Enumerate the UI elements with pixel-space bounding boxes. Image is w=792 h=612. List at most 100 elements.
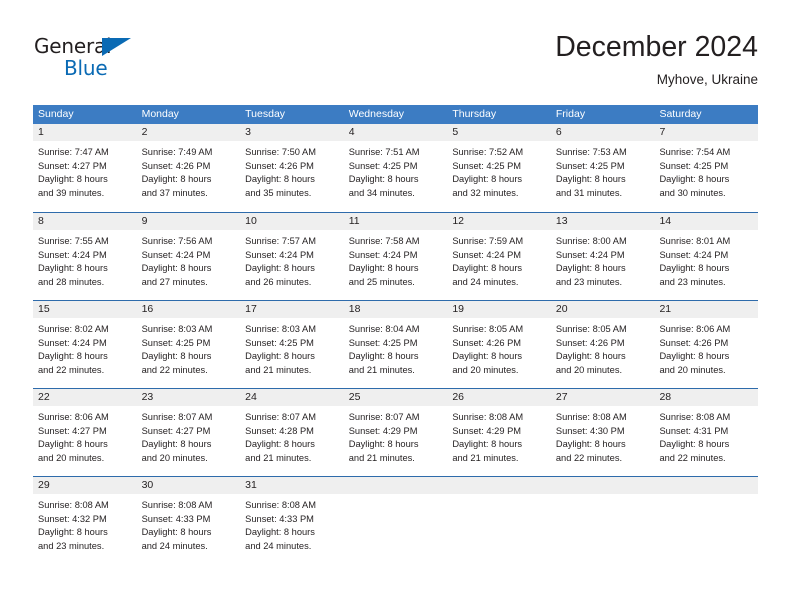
sunrise-text: Sunrise: 7:56 AM bbox=[141, 236, 213, 246]
day-number-band: 17 bbox=[240, 301, 344, 318]
calendar-day-cell[interactable]: 28 Sunrise: 8:08 AM Sunset: 4:31 PM Dayligh… bbox=[654, 389, 759, 476]
calendar-day-cell[interactable]: 5 Sunrise: 7:52 AM Sunset: 4:25 PM Daylight… bbox=[447, 124, 551, 212]
calendar-week-row: 22 Sunrise: 8:06 AM Sunset: 4:27 PM Dayligh… bbox=[33, 388, 759, 476]
sunrise-text: Sunrise: 8:08 AM bbox=[245, 500, 316, 510]
sunrise-text: Sunrise: 8:01 AM bbox=[659, 236, 731, 246]
calendar-day-cell[interactable]: 14 Sunrise: 8:01 AM Sunset: 4:24 PM Dayligh… bbox=[654, 213, 759, 300]
sunset-text: Sunset: 4:26 PM bbox=[452, 337, 522, 348]
calendar-day-cell[interactable]: 11 Sunrise: 7:58 AM Sunset: 4:24 PM Dayligh… bbox=[343, 213, 448, 300]
daylight-text-line1: Daylight: 8 hours bbox=[659, 174, 730, 185]
day-number: 26 bbox=[452, 391, 464, 403]
calendar-day-cell[interactable]: 6 Sunrise: 7:53 AM Sunset: 4:25 PM Daylight… bbox=[550, 124, 655, 212]
calendar-day-cell[interactable]: 31 Sunrise: 8:08 AM Sunset: 4:33 PM Dayligh… bbox=[240, 477, 344, 564]
calendar-day-cell[interactable]: 8 Sunrise: 7:55 AM Sunset: 4:24 PM Daylight… bbox=[33, 213, 137, 300]
daylight-text-line1: Daylight: 8 hours bbox=[348, 174, 419, 185]
day-number-band: 27 bbox=[550, 389, 655, 406]
sunrise-text: Sunrise: 7:53 AM bbox=[555, 147, 627, 157]
calendar-day-cell[interactable]: 21 Sunrise: 8:06 AM Sunset: 4:26 PM Dayligh… bbox=[654, 301, 759, 388]
daylight-text-line1: Daylight: 8 hours bbox=[38, 527, 108, 538]
sunset-text: Sunset: 4:26 PM bbox=[141, 160, 211, 171]
day-number: 29 bbox=[38, 479, 50, 491]
sunset-text: Sunset: 4:28 PM bbox=[245, 425, 314, 436]
daylight-text-line1: Daylight: 8 hours bbox=[141, 439, 212, 450]
day-number-band: 2 bbox=[136, 124, 241, 141]
day-detail-body: Sunrise: 8:06 AM Sunset: 4:27 PM Daylight:… bbox=[33, 406, 137, 476]
day-number-band: 4 bbox=[343, 124, 448, 141]
day-detail-body: Sunrise: 8:07 AM Sunset: 4:29 PM Daylight:… bbox=[343, 406, 448, 476]
calendar-day-cell[interactable]: 1 Sunrise: 7:47 AM Sunset: 4:27 PM Daylight… bbox=[33, 124, 137, 212]
sunset-text: Sunset: 4:25 PM bbox=[245, 337, 314, 348]
sunrise-text: Sunrise: 8:06 AM bbox=[38, 412, 109, 422]
day-number: 14 bbox=[659, 215, 672, 227]
daylight-text-line2: and 24 minutes. bbox=[245, 540, 312, 551]
day-of-week-header-row: Sunday Monday Tuesday Wednesday Thursday… bbox=[33, 105, 758, 124]
calendar-day-cell[interactable]: 17 Sunrise: 8:03 AM Sunset: 4:25 PM Dayligh… bbox=[240, 301, 344, 388]
calendar-day-cell[interactable]: 15 Sunrise: 8:02 AM Sunset: 4:24 PM Dayligh… bbox=[33, 301, 137, 388]
title-block: December 2024 Myhove, Ukraine bbox=[555, 30, 758, 89]
day-detail-body: Sunrise: 8:08 AM Sunset: 4:33 PM Daylight:… bbox=[136, 494, 241, 564]
calendar-day-cell[interactable]: 19 Sunrise: 8:05 AM Sunset: 4:26 PM Dayligh… bbox=[447, 301, 551, 388]
calendar-day-cell[interactable]: 18 Sunrise: 8:04 AM Sunset: 4:25 PM Dayligh… bbox=[343, 301, 448, 388]
calendar-day-cell[interactable]: 30 Sunrise: 8:08 AM Sunset: 4:33 PM Dayligh… bbox=[136, 477, 241, 564]
calendar-day-cell[interactable]: 7 Sunrise: 7:54 AM Sunset: 4:25 PM Daylight… bbox=[654, 124, 759, 212]
day-number-band: 10 bbox=[240, 213, 344, 230]
day-detail-body: Sunrise: 7:47 AM Sunset: 4:27 PM Daylight:… bbox=[33, 141, 137, 212]
day-detail-body bbox=[550, 494, 655, 564]
calendar-day-cell[interactable]: 9 Sunrise: 7:56 AM Sunset: 4:24 PM Daylight… bbox=[136, 213, 241, 300]
dow-header-saturday: Saturday bbox=[659, 108, 702, 120]
day-number-band: 12 bbox=[447, 213, 551, 230]
daylight-text-line2: and 37 minutes. bbox=[141, 187, 208, 198]
calendar-day-cell[interactable]: 2 Sunrise: 7:49 AM Sunset: 4:26 PM Daylight… bbox=[136, 124, 241, 212]
page-title: December 2024 bbox=[555, 31, 758, 63]
day-number-band: 3 bbox=[240, 124, 344, 141]
day-number: 24 bbox=[245, 391, 257, 403]
day-number-band: 14 bbox=[654, 213, 759, 230]
daylight-text-line2: and 31 minutes. bbox=[555, 187, 623, 198]
day-detail-body: Sunrise: 8:05 AM Sunset: 4:26 PM Daylight:… bbox=[550, 318, 655, 388]
sunrise-text: Sunrise: 7:57 AM bbox=[245, 236, 316, 246]
daylight-text-line1: Daylight: 8 hours bbox=[245, 527, 315, 538]
daylight-text-line2: and 22 minutes. bbox=[141, 364, 208, 375]
daylight-text-line2: and 39 minutes. bbox=[38, 187, 105, 198]
sunrise-text: Sunrise: 8:07 AM bbox=[245, 412, 316, 422]
daylight-text-line1: Daylight: 8 hours bbox=[555, 351, 626, 362]
sunrise-text: Sunrise: 7:55 AM bbox=[38, 236, 109, 246]
calendar-day-cell[interactable]: 13 Sunrise: 8:00 AM Sunset: 4:24 PM Dayligh… bbox=[550, 213, 655, 300]
day-number-band: 28 bbox=[654, 389, 759, 406]
calendar-day-cell[interactable]: 3 Sunrise: 7:50 AM Sunset: 4:26 PM Daylight… bbox=[240, 124, 344, 212]
sunset-text: Sunset: 4:31 PM bbox=[659, 425, 729, 436]
calendar-day-cell[interactable]: 4 Sunrise: 7:51 AM Sunset: 4:25 PM Daylight… bbox=[343, 124, 448, 212]
day-detail-body: Sunrise: 7:51 AM Sunset: 4:25 PM Daylight:… bbox=[343, 141, 448, 212]
calendar-day-cell[interactable]: 24 Sunrise: 8:07 AM Sunset: 4:28 PM Dayligh… bbox=[240, 389, 344, 476]
sunset-text: Sunset: 4:24 PM bbox=[38, 337, 107, 348]
calendar-day-cell[interactable]: 10 Sunrise: 7:57 AM Sunset: 4:24 PM Dayligh… bbox=[240, 213, 344, 300]
daylight-text-line2: and 34 minutes. bbox=[348, 187, 415, 198]
daylight-text-line2: and 21 minutes. bbox=[245, 452, 312, 463]
calendar-day-cell[interactable]: 20 Sunrise: 8:05 AM Sunset: 4:26 PM Dayligh… bbox=[550, 301, 655, 388]
day-number: 2 bbox=[141, 126, 148, 138]
day-number: 8 bbox=[38, 215, 44, 227]
sunrise-text: Sunrise: 8:02 AM bbox=[38, 324, 109, 334]
calendar-day-cell[interactable]: 26 Sunrise: 8:08 AM Sunset: 4:29 PM Dayligh… bbox=[447, 389, 551, 476]
sunset-text: Sunset: 4:24 PM bbox=[659, 249, 729, 260]
calendar-day-cell[interactable]: 25 Sunrise: 8:07 AM Sunset: 4:29 PM Dayligh… bbox=[343, 389, 448, 476]
day-detail-body: Sunrise: 8:07 AM Sunset: 4:28 PM Daylight:… bbox=[240, 406, 344, 476]
calendar-day-cell[interactable]: 29 Sunrise: 8:08 AM Sunset: 4:32 PM Dayligh… bbox=[33, 477, 137, 564]
sunrise-text: Sunrise: 7:54 AM bbox=[659, 147, 731, 157]
sunrise-text: Sunrise: 8:07 AM bbox=[141, 412, 213, 422]
sunrise-text: Sunrise: 8:05 AM bbox=[555, 324, 627, 334]
day-detail-body: Sunrise: 7:58 AM Sunset: 4:24 PM Daylight:… bbox=[343, 230, 448, 300]
sunrise-text: Sunrise: 7:50 AM bbox=[245, 147, 316, 157]
calendar-day-cell[interactable]: 23 Sunrise: 8:07 AM Sunset: 4:27 PM Dayligh… bbox=[136, 389, 241, 476]
calendar-day-cell[interactable]: 16 Sunrise: 8:03 AM Sunset: 4:25 PM Dayligh… bbox=[136, 301, 241, 388]
calendar-day-cell[interactable]: 27 Sunrise: 8:08 AM Sunset: 4:30 PM Dayligh… bbox=[550, 389, 655, 476]
daylight-text-line1: Daylight: 8 hours bbox=[555, 174, 626, 185]
sunset-text: Sunset: 4:25 PM bbox=[659, 160, 729, 171]
calendar-day-cell[interactable]: 12 Sunrise: 7:59 AM Sunset: 4:24 PM Dayligh… bbox=[447, 213, 551, 300]
daylight-text-line1: Daylight: 8 hours bbox=[38, 263, 108, 274]
sunset-text: Sunset: 4:24 PM bbox=[141, 249, 211, 260]
daylight-text-line1: Daylight: 8 hours bbox=[245, 174, 315, 185]
day-number-band: 23 bbox=[136, 389, 241, 406]
calendar-day-cell[interactable]: 22 Sunrise: 8:06 AM Sunset: 4:27 PM Dayligh… bbox=[33, 389, 137, 476]
daylight-text-line1: Daylight: 8 hours bbox=[452, 263, 523, 274]
